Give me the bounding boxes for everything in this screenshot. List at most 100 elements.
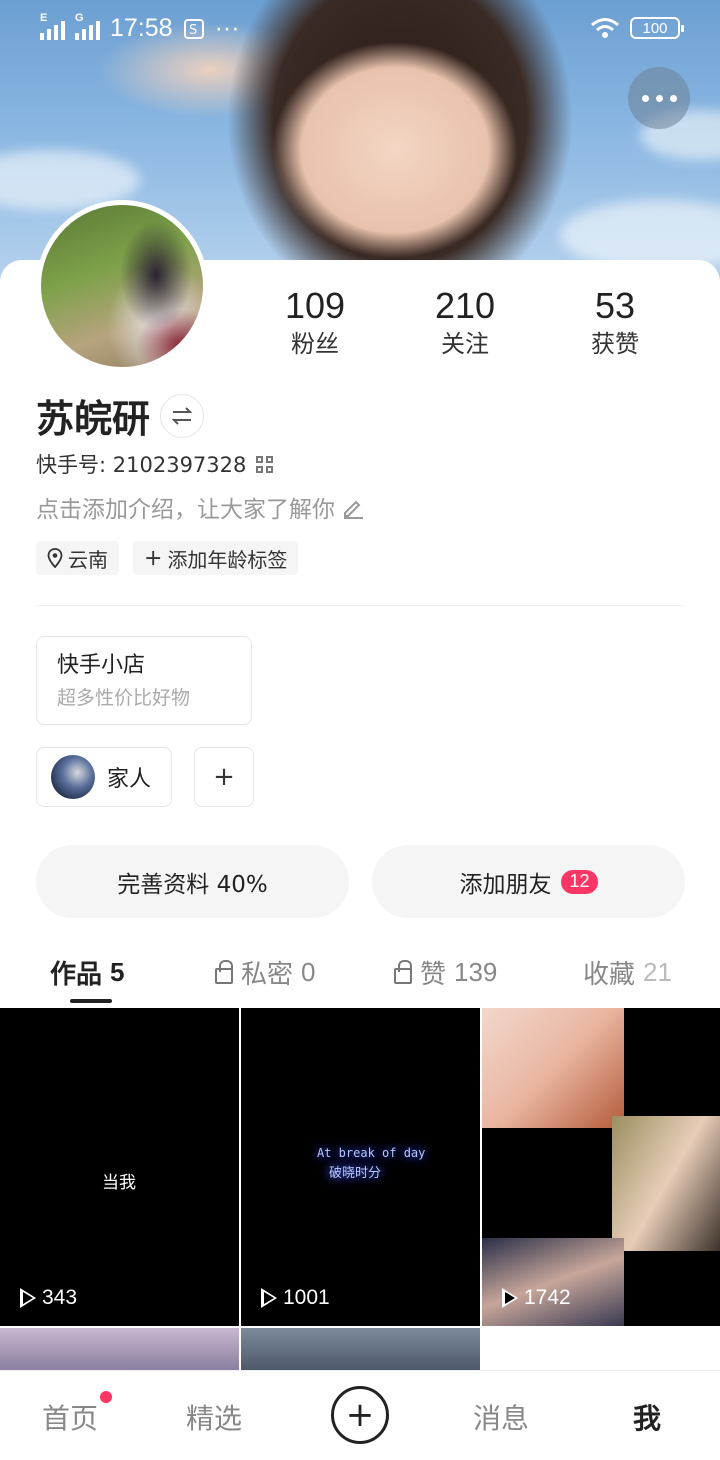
video-thumbnail[interactable]: At break of day 破晓时分 1001	[241, 1008, 480, 1326]
add-group-button[interactable]: +	[194, 747, 254, 807]
tab-count: 5	[110, 956, 125, 987]
complete-profile-button[interactable]: 完善资料 40%	[36, 845, 349, 918]
add-age-tag[interactable]: + 添加年龄标签	[133, 541, 299, 575]
status-bar: E G 17:58 S ··· 100	[0, 0, 720, 58]
network-type-label: E	[40, 11, 48, 24]
group-family[interactable]: 家人	[36, 747, 172, 807]
battery-level: 100	[642, 19, 668, 37]
nav-home[interactable]: 首页	[42, 1391, 113, 1437]
stat-value: 53	[594, 285, 636, 326]
plus-icon: +	[345, 1395, 375, 1435]
stat-label: 获赞	[591, 330, 639, 358]
location-pin-icon	[47, 548, 63, 568]
stat-likes[interactable]: 53 获赞	[540, 285, 690, 361]
stat-label: 关注	[441, 330, 489, 358]
app-notification-icon: S	[183, 18, 204, 39]
play-count: 1001	[261, 1286, 330, 1310]
svg-text:S: S	[189, 23, 197, 38]
add-age-tag-label: 添加年龄标签	[167, 547, 288, 572]
active-tab-indicator	[70, 999, 112, 1003]
play-icon	[20, 1288, 36, 1308]
nav-me-label: 我	[633, 1402, 662, 1435]
location-label: 云南	[68, 547, 108, 572]
nav-home-label: 首页	[42, 1402, 99, 1435]
play-icon	[261, 1288, 277, 1308]
kuaishou-id-label: 快手号:	[36, 453, 113, 477]
content-tabs: 作品 5 私密 0 赞 139 收藏 21	[0, 945, 720, 1005]
tab-label: 私密	[241, 959, 294, 990]
wifi-icon	[591, 18, 619, 38]
more-notifications-icon: ···	[214, 14, 240, 42]
tab-count: 21	[643, 956, 672, 987]
profile-stats: 109 粉丝 210 关注 53 获赞	[240, 285, 690, 361]
tab-private[interactable]: 私密 0	[215, 945, 315, 999]
unread-dot	[100, 1391, 113, 1403]
play-count-value: 1742	[524, 1286, 571, 1309]
tab-label: 赞	[420, 959, 447, 990]
video-thumbnail[interactable]	[0, 1328, 239, 1370]
more-options-button[interactable]	[628, 67, 690, 129]
video-caption-cn: 破晓时分	[329, 1166, 382, 1181]
tab-likes[interactable]: 赞 139	[394, 945, 497, 999]
video-caption-en: At break of day	[317, 1146, 426, 1160]
clock: 17:58	[110, 14, 173, 42]
stat-following[interactable]: 210 关注	[390, 285, 540, 361]
intro-text: 点击添加介绍，让大家了解你	[36, 497, 335, 523]
play-count: 343	[20, 1286, 77, 1310]
tab-label: 作品	[50, 959, 103, 990]
tab-works[interactable]: 作品 5	[50, 945, 124, 999]
video-thumbnail[interactable]	[241, 1328, 480, 1370]
create-button[interactable]: +	[331, 1386, 389, 1444]
lock-icon	[394, 960, 412, 984]
swap-icon	[171, 406, 193, 425]
stat-value: 210	[434, 285, 496, 326]
play-icon	[502, 1288, 518, 1308]
play-count: 1742	[502, 1286, 571, 1310]
lock-icon	[215, 960, 233, 984]
plus-icon: +	[213, 762, 235, 792]
nav-featured-label: 精选	[186, 1402, 243, 1435]
network-type-label: G	[75, 11, 84, 24]
nav-messages[interactable]: 消息	[473, 1397, 529, 1437]
kuaishou-id: 2102397328	[112, 453, 247, 477]
nav-messages-label: 消息	[473, 1402, 530, 1435]
tab-favorites[interactable]: 收藏 21	[583, 945, 672, 999]
divider	[36, 605, 684, 606]
add-friends-label: 添加朋友	[459, 871, 552, 898]
nav-me[interactable]: 我	[633, 1397, 661, 1437]
kuaishou-id-row[interactable]: 快手号: 2102397328	[36, 449, 274, 479]
video-caption: 当我	[102, 1173, 136, 1193]
profile-tags: 云南 + 添加年龄标签	[36, 541, 299, 575]
tab-label: 收藏	[583, 959, 636, 990]
battery-icon: 100	[630, 17, 684, 39]
switch-account-button[interactable]	[160, 393, 205, 438]
qr-code-icon[interactable]	[256, 455, 274, 473]
complete-profile-label: 完善资料 40%	[117, 871, 268, 898]
profile-name: 苏皖研	[36, 397, 151, 441]
name-row: 苏皖研	[36, 388, 205, 443]
intro-placeholder[interactable]: 点击添加介绍，让大家了解你	[36, 490, 365, 524]
nav-featured[interactable]: 精选	[186, 1397, 242, 1437]
plus-icon: +	[144, 545, 163, 571]
video-thumbnail[interactable]: 当我 343	[0, 1008, 239, 1326]
play-count-value: 1001	[283, 1286, 330, 1309]
location-tag[interactable]: 云南	[36, 541, 119, 575]
group-avatar	[51, 755, 95, 799]
add-friends-button[interactable]: 添加朋友 12	[372, 845, 685, 918]
video-thumbnail[interactable]: 1742	[482, 1008, 720, 1326]
stat-label: 粉丝	[291, 330, 339, 358]
stat-value: 109	[284, 285, 346, 326]
kuaishou-shop-card[interactable]: 快手小店 超多性价比好物	[36, 636, 252, 725]
bottom-navigation: 首页 精选 + 消息 我	[0, 1370, 720, 1460]
signal-icon: G	[75, 12, 100, 40]
group-label: 家人	[107, 767, 152, 792]
play-count-value: 343	[42, 1286, 78, 1309]
edit-icon	[344, 500, 363, 519]
tab-count: 139	[454, 956, 498, 987]
shop-subtitle: 超多性价比好物	[57, 687, 191, 709]
stat-followers[interactable]: 109 粉丝	[240, 285, 390, 361]
avatar[interactable]	[36, 200, 208, 372]
shop-title: 快手小店	[57, 653, 146, 678]
notification-badge: 12	[561, 869, 598, 894]
tab-count: 0	[301, 956, 316, 987]
